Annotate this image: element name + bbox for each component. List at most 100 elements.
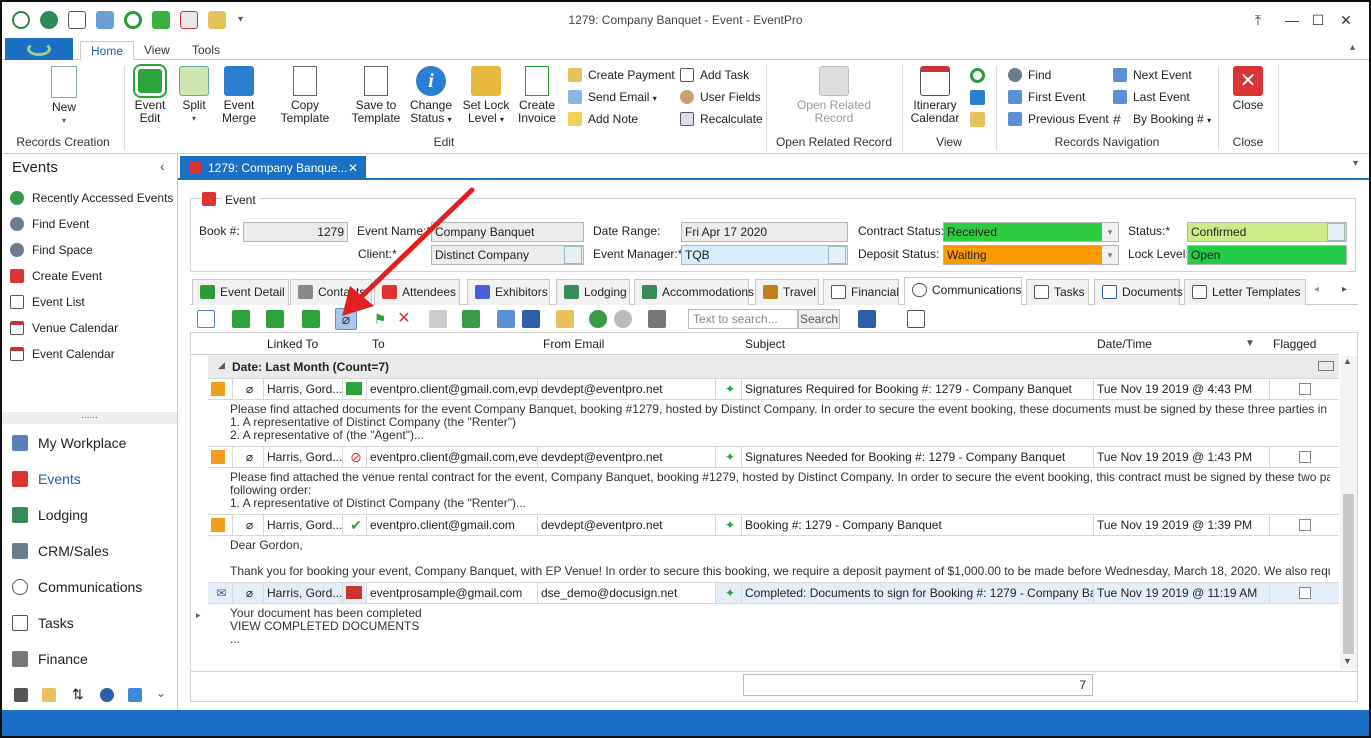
export-icon[interactable] [497,310,515,328]
filter-icon[interactable] [648,310,666,328]
nav-event-calendar[interactable]: Event Calendar [10,345,115,363]
by-booking-button[interactable]: # By Booking # ▾ [1113,110,1211,128]
close-window-button[interactable]: ✕ [1336,10,1356,30]
close-tab-icon[interactable]: ✕ [348,156,358,180]
recalculate-button[interactable]: Recalculate [680,110,763,128]
clipboard-icon[interactable] [970,112,985,127]
tab-letter-templates[interactable]: Letter Templates [1184,279,1306,305]
col-to[interactable]: To [372,335,385,353]
contract-status-select[interactable]: Received [943,222,1119,242]
clipboard-icon[interactable] [556,310,574,328]
scroll-up-icon[interactable]: ▲ [1343,356,1352,366]
search-button[interactable]: Search [798,309,840,329]
chart-icon[interactable] [128,688,142,702]
minimize-button[interactable]: — [1282,10,1302,30]
tab-documents[interactable]: Documents [1094,279,1183,305]
deposit-status-select[interactable]: Waiting [943,245,1119,265]
create-invoice-button[interactable]: Create Invoice [514,66,560,125]
save-icon[interactable] [858,310,876,328]
grid-search-input[interactable]: Text to search... [688,309,798,329]
nav-venue-calendar[interactable]: Venue Calendar [10,319,118,337]
app-menu-button[interactable] [5,38,73,60]
module-lodging[interactable]: Lodging [12,504,88,526]
add-task-button[interactable]: Add Task [680,66,749,84]
forward-icon[interactable] [302,310,320,328]
flagged-checkbox[interactable] [1299,587,1311,599]
table-row[interactable]: ⌀ Harris, Gord... eventpro.client@gmail.… [208,378,1339,400]
status-field[interactable]: Confirmed [1187,222,1347,242]
module-my-workplace[interactable]: My Workplace [12,432,126,454]
open-related-record-button[interactable]: Open Related Record [792,66,876,125]
tab-financial[interactable]: Financial [823,279,899,305]
module-tasks[interactable]: Tasks [12,612,74,634]
tabs-scroll-left-icon[interactable]: ◂ [1314,284,1319,295]
itinerary-calendar-button[interactable]: Itinerary Calendar [910,66,960,125]
col-date-time[interactable]: Date/Time [1097,335,1152,353]
tab-accommodations[interactable]: Accommodations [634,279,754,305]
flagged-checkbox[interactable] [1299,451,1311,463]
module-finance[interactable]: Finance [12,648,88,670]
event-manager-field[interactable]: TQB [681,245,848,265]
previous-event-button[interactable]: Previous Event [1008,110,1109,128]
tab-home[interactable]: Home [80,41,135,60]
add-note-button[interactable]: Add Note [568,110,638,128]
reply-all-icon[interactable] [266,310,284,328]
col-from-email[interactable]: From Email [543,335,604,353]
tab-tools[interactable]: Tools [182,41,230,60]
new-button[interactable]: New ▾ [44,66,84,127]
clipboard-icon[interactable] [42,688,56,702]
table-row-selected[interactable]: ✉ ⌀ Harris, Gord... eventprosample@gmail… [208,582,1339,604]
lock-level-field[interactable]: Open [1187,245,1347,265]
collapse-ribbon-icon[interactable]: ▴ [1350,42,1355,53]
tab-tasks[interactable]: Tasks [1026,279,1089,305]
vertical-scrollbar[interactable]: ▲ ▼ [1340,356,1357,670]
last-event-button[interactable]: Last Event [1113,88,1190,106]
split-button[interactable]: Split ▾ [176,66,212,125]
copy-template-button[interactable]: Copy Template [266,66,344,125]
change-status-button[interactable]: i Change Status ▾ [406,66,456,126]
close-button[interactable]: ✕ Close [1226,66,1270,112]
find-button[interactable]: Find [1008,66,1051,84]
tab-event-detail[interactable]: Event Detail [192,279,289,305]
group-row[interactable]: ◢ Date: Last Month (Count=7) [208,356,1339,378]
globe-icon[interactable] [100,688,114,702]
move-down-icon[interactable] [614,310,632,328]
nav-find-event[interactable]: Find Event [10,215,89,233]
date-range-field[interactable]: Fri Apr 17 2020 [681,222,848,242]
user-fields-button[interactable]: User Fields [680,88,761,106]
flagged-checkbox[interactable] [1299,383,1311,395]
contract-dropdown-icon[interactable]: ▾ [1102,223,1118,241]
col-subject[interactable]: Subject [745,335,785,353]
col-linked-to[interactable]: Linked To [267,335,318,353]
tab-list-icon[interactable]: ▾ [1353,158,1358,169]
col-flagged[interactable]: Flagged [1273,335,1316,353]
tab-view[interactable]: View [134,41,180,60]
splitter-grip[interactable]: ...... [2,411,177,424]
save-to-template-button[interactable]: Save to Template [350,66,402,125]
nav-recently-accessed-events[interactable]: Recently Accessed Events [10,189,173,207]
move-up-icon[interactable] [589,310,607,328]
doc-tab-event[interactable]: 1279: Company Banque... ✕ [180,156,366,180]
module-events[interactable]: Events [12,468,81,490]
table-row[interactable]: ⌀ Harris, Gord... ⊘ eventpro.client@gmai… [208,446,1339,468]
new-communication-icon[interactable] [197,310,215,328]
status-lookup-icon[interactable] [1327,223,1345,241]
preview-icon[interactable] [907,310,925,328]
pin-window-icon[interactable]: ⤒ [1248,10,1268,30]
module-communications[interactable]: Communications [12,576,142,598]
event-edit-button[interactable]: Event Edit [130,66,170,125]
scroll-down-icon[interactable]: ▼ [1343,656,1352,666]
import-icon[interactable] [522,310,540,328]
collapse-nav-icon[interactable]: ‹ [160,158,165,174]
set-lock-level-button[interactable]: Set Lock Level ▾ [462,66,510,126]
next-event-button[interactable]: Next Event [1113,66,1192,84]
refresh-icon[interactable] [970,68,985,83]
nav-find-space[interactable]: Find Space [10,241,93,259]
tabs-scroll-right-icon[interactable]: ▸ [1342,284,1347,295]
sort-icon[interactable]: ⇅ [72,686,84,703]
tab-communications[interactable]: Communications [904,277,1022,305]
first-event-button[interactable]: First Event [1008,88,1085,106]
notes-icon[interactable] [14,688,28,702]
create-payment-button[interactable]: Create Payment [568,66,675,84]
collapse-group-icon[interactable]: ◢ [218,360,225,371]
